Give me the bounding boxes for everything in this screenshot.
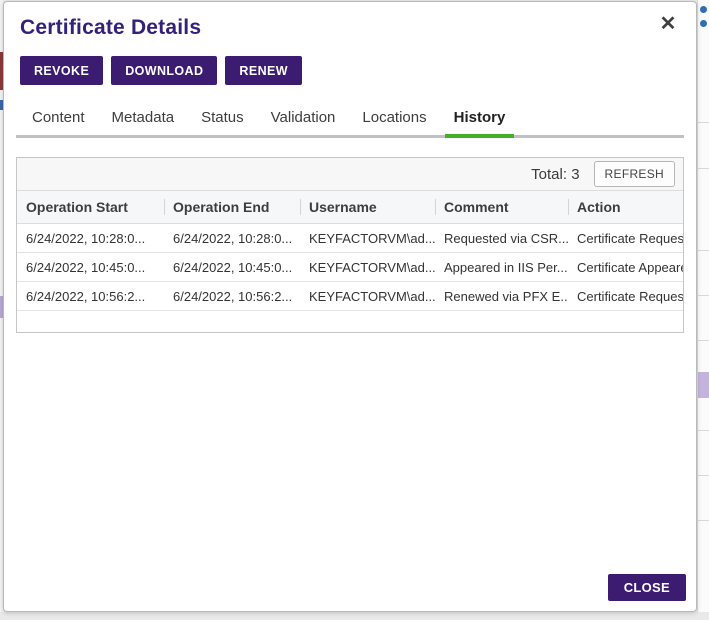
total-label: Total: [531, 166, 567, 183]
download-button[interactable]: DOWNLOAD [111, 56, 217, 85]
cell-comment: Renewed via PFX E... [435, 289, 568, 304]
background-line [698, 250, 709, 251]
cell-operation-start: 6/24/2022, 10:28:0... [17, 231, 164, 246]
cell-comment: Requested via CSR... [435, 231, 568, 246]
cell-action: Certificate Request... [568, 231, 683, 246]
cell-comment: Appeared in IIS Per... [435, 260, 568, 275]
close-icon[interactable]: ✕ [656, 12, 680, 36]
background-page-sliver-bottom [0, 612, 709, 620]
cell-username: KEYFACTORVM\ad... [300, 260, 435, 275]
background-line [698, 122, 709, 123]
column-header-operation-start[interactable]: Operation Start [17, 199, 164, 215]
background-dot-icon [700, 20, 707, 27]
cell-operation-start: 6/24/2022, 10:45:0... [17, 260, 164, 275]
dialog-title: Certificate Details [20, 16, 684, 40]
cell-action: Certificate Appeare... [568, 260, 683, 275]
table-row[interactable]: 6/24/2022, 10:56:2... 6/24/2022, 10:56:2… [17, 282, 683, 311]
background-line [698, 340, 709, 341]
background-line [698, 295, 709, 296]
tab-metadata[interactable]: Metadata [112, 109, 175, 135]
background-page-sliver-right [697, 0, 709, 612]
cell-username: KEYFACTORVM\ad... [300, 231, 435, 246]
column-header-operation-end[interactable]: Operation End [164, 199, 300, 215]
table-toolbar: Total: 3 REFRESH [17, 158, 683, 191]
cell-username: KEYFACTORVM\ad... [300, 289, 435, 304]
table-row[interactable]: 6/24/2022, 10:28:0... 6/24/2022, 10:28:0… [17, 224, 683, 253]
background-dot-icon [700, 6, 707, 13]
cell-operation-end: 6/24/2022, 10:28:0... [164, 231, 300, 246]
tab-history[interactable]: History [454, 109, 506, 135]
cell-action: Certificate Request... [568, 289, 683, 304]
history-table: Total: 3 REFRESH Operation Start Operati… [16, 157, 684, 333]
table-empty-footer [17, 311, 683, 332]
action-button-row: REVOKE DOWNLOAD RENEW [20, 56, 684, 85]
background-highlight-row [698, 372, 709, 398]
revoke-button[interactable]: REVOKE [20, 56, 103, 85]
close-button[interactable]: CLOSE [608, 574, 686, 601]
cell-operation-end: 6/24/2022, 10:45:0... [164, 260, 300, 275]
background-line [698, 168, 709, 169]
table-header-row: Operation Start Operation End Username C… [17, 191, 683, 224]
cell-operation-start: 6/24/2022, 10:56:2... [17, 289, 164, 304]
column-header-username[interactable]: Username [300, 199, 435, 215]
background-line [698, 430, 709, 431]
background-line [698, 475, 709, 476]
tab-status[interactable]: Status [201, 109, 244, 135]
total-value: 3 [571, 166, 579, 183]
table-row[interactable]: 6/24/2022, 10:45:0... 6/24/2022, 10:45:0… [17, 253, 683, 282]
column-header-comment[interactable]: Comment [435, 199, 568, 215]
refresh-button[interactable]: REFRESH [594, 161, 675, 187]
tab-content[interactable]: Content [32, 109, 85, 135]
background-line [698, 520, 709, 521]
renew-button[interactable]: RENEW [225, 56, 302, 85]
certificate-details-dialog: Certificate Details ✕ REVOKE DOWNLOAD RE… [3, 1, 697, 612]
column-header-action[interactable]: Action [568, 199, 683, 215]
cell-operation-end: 6/24/2022, 10:56:2... [164, 289, 300, 304]
tab-bar: Content Metadata Status Validation Locat… [16, 109, 684, 138]
tab-validation[interactable]: Validation [271, 109, 336, 135]
total-count: Total: 3 [531, 166, 579, 183]
tab-locations[interactable]: Locations [362, 109, 426, 135]
